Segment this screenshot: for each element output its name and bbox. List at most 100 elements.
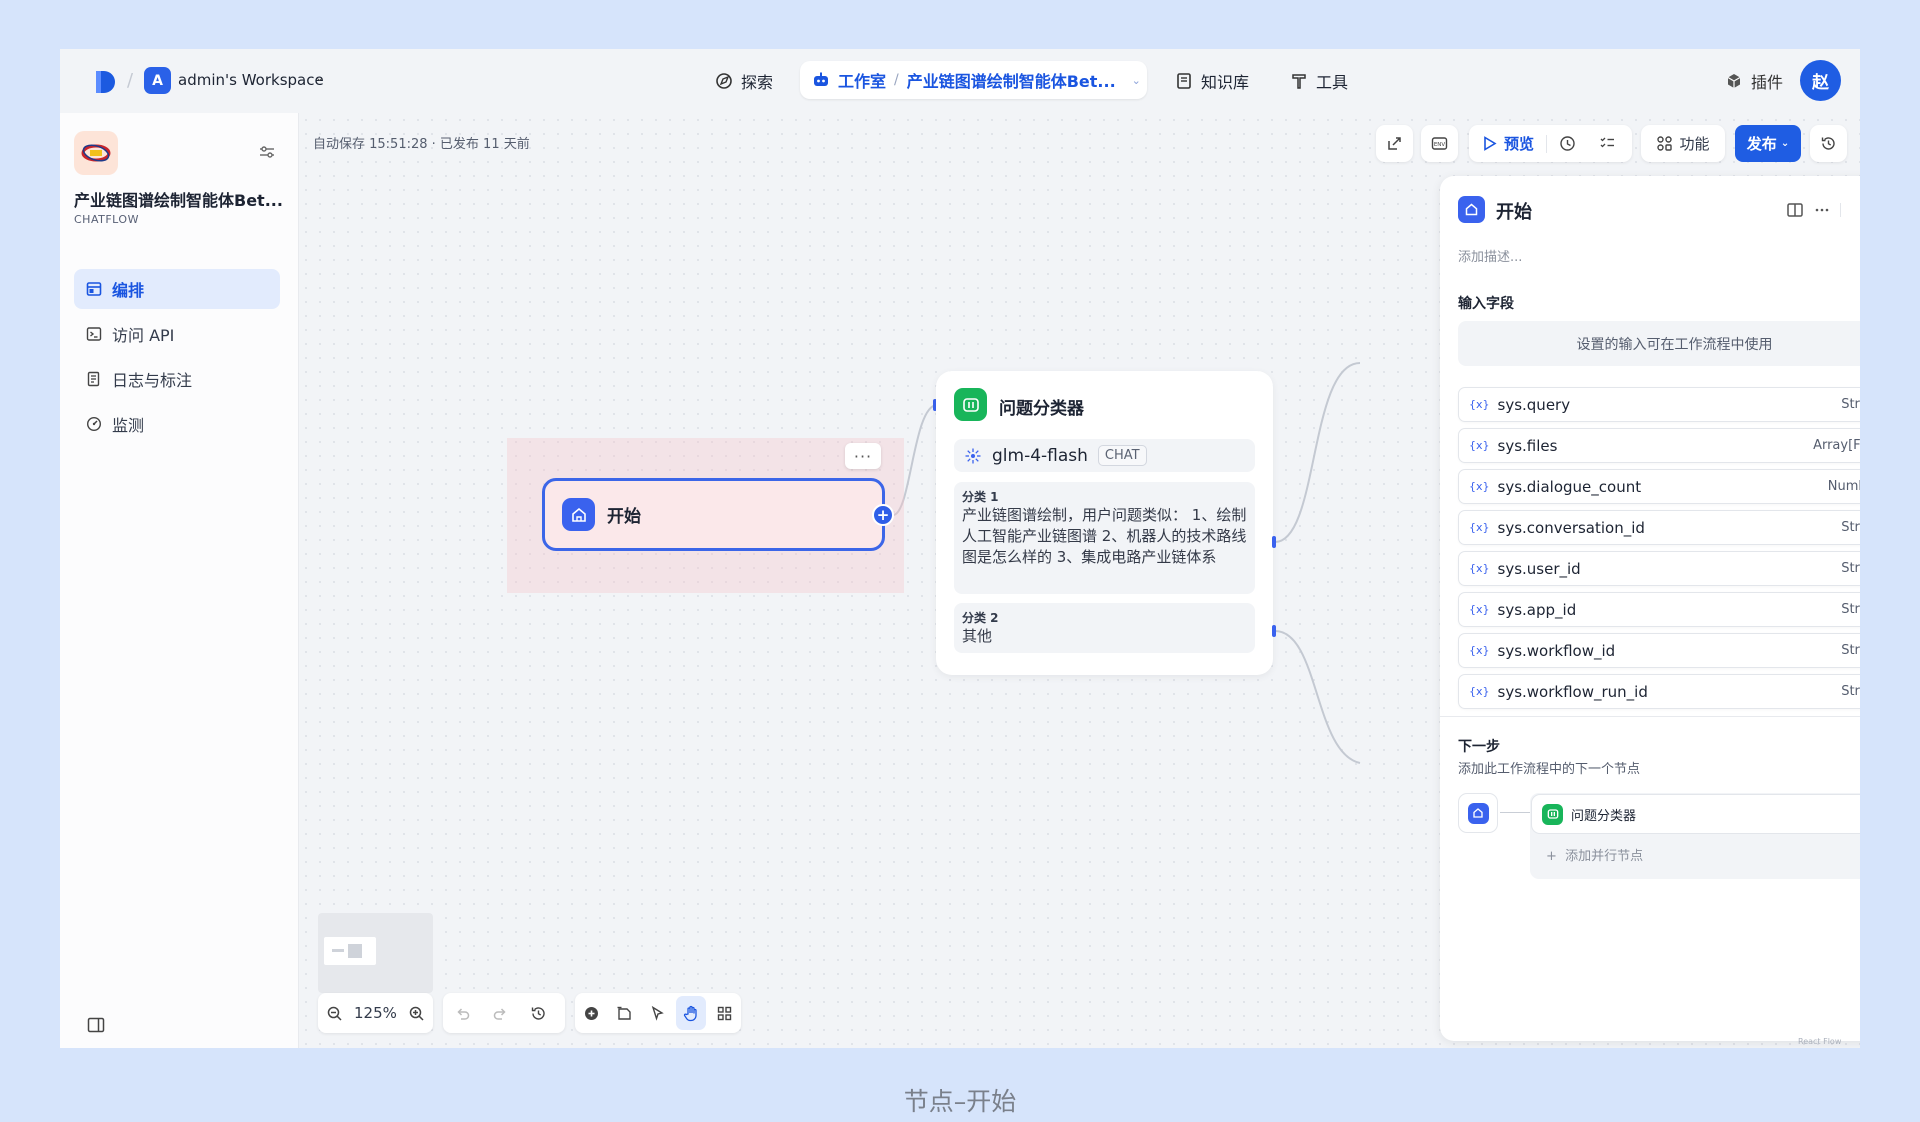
add-note-button[interactable] <box>608 993 641 1033</box>
field-row[interactable]: {x} sys.files Array[File] <box>1458 428 1860 463</box>
home-icon <box>562 498 595 531</box>
undo-button[interactable] <box>443 993 481 1033</box>
workspace-avatar[interactable]: A <box>144 67 171 94</box>
collapse-sidebar-icon[interactable] <box>87 1016 105 1034</box>
react-flow-attribution[interactable]: React Flow <box>1798 1037 1841 1046</box>
tb-icon-wrap: ENV <box>1421 125 1458 162</box>
field-name: sys.dialogue_count <box>1497 477 1642 496</box>
classifier-icon <box>1542 803 1563 825</box>
field-type: String <box>1841 684 1860 699</box>
current-app-name[interactable]: 产业链图谱绘制智能体Bet... <box>907 68 1116 92</box>
sidebar-item-logs[interactable]: 日志与标注 <box>74 359 280 399</box>
minimap[interactable] <box>318 913 433 993</box>
features-button[interactable]: 功能 <box>1641 125 1725 162</box>
field-name: sys.app_id <box>1497 600 1577 619</box>
next-node-item[interactable]: 问题分类器 <box>1531 794 1860 834</box>
features-icon <box>1657 136 1673 151</box>
env-button[interactable]: ENV <box>1421 125 1458 162</box>
field-type: String <box>1841 397 1860 412</box>
zoom-in-button[interactable] <box>401 993 433 1033</box>
question-classifier-node[interactable]: 问题分类器 glm-4-flash CHAT 分类 1 产业链图谱绘制，用户问题… <box>936 371 1273 675</box>
nav-explore[interactable]: 探索 <box>715 69 773 93</box>
dify-logo[interactable] <box>94 69 116 95</box>
user-avatar[interactable]: 赵 <box>1800 60 1841 101</box>
field-name: sys.user_id <box>1497 559 1581 578</box>
checklist-button[interactable] <box>1376 125 1413 162</box>
zoom-level[interactable]: 125% <box>350 1004 401 1022</box>
undo-icon <box>456 1007 469 1020</box>
history-icon <box>1821 137 1835 150</box>
classifier-title: 问题分类器 <box>999 399 1084 419</box>
app-window: / A admin's Workspace ⌄ 探索 工作室 / 产业链图谱绘制… <box>60 49 1860 1048</box>
cube-icon <box>1727 74 1741 88</box>
pointer-mode-button[interactable] <box>641 993 674 1033</box>
panel-title[interactable]: 开始 <box>1496 198 1532 224</box>
history-controls <box>443 993 565 1033</box>
preview-button[interactable]: 预览 <box>1469 125 1546 162</box>
node-more-button[interactable]: ··· <box>845 443 881 469</box>
model-provider-icon <box>965 448 981 463</box>
start-node[interactable]: 开始 <box>542 478 885 551</box>
class-1-output-handle[interactable] <box>1272 536 1276 548</box>
variable-icon: {x} <box>1469 480 1490 493</box>
field-row[interactable]: {x} sys.user_id String <box>1458 551 1860 586</box>
sidebar-item-monitor[interactable]: 监测 <box>74 404 280 444</box>
breadcrumb-separator: / <box>127 70 134 91</box>
nav-plugins[interactable]: 插件 <box>1725 69 1783 93</box>
history-run-icon <box>1559 136 1575 151</box>
add-parallel-label: 添加并行节点 <box>1565 849 1644 864</box>
field-row[interactable]: {x} sys.dialogue_count Number <box>1458 469 1860 504</box>
checklist-icon <box>1600 137 1614 148</box>
terminal-icon <box>86 327 102 341</box>
field-row[interactable]: {x} sys.workflow_id String <box>1458 633 1860 668</box>
model-selector[interactable]: glm-4-flash CHAT <box>954 439 1255 472</box>
section-divider <box>1440 716 1860 717</box>
nav-tools[interactable]: 工具 <box>1290 69 1348 93</box>
more-icon[interactable] <box>1813 201 1831 219</box>
autosave-status: 自动保存 15:51:28 · 已发布 11 天前 <box>313 137 530 152</box>
workspace-name[interactable]: admin's Workspace <box>178 71 324 89</box>
tb-icon-wrap <box>1810 125 1847 162</box>
zoom-out-button[interactable] <box>318 993 350 1033</box>
sidebar-item-label: 访问 API <box>112 326 175 345</box>
field-row[interactable]: {x} sys.app_id String <box>1458 592 1860 627</box>
chevron-down-icon[interactable]: ⌄ <box>315 71 324 84</box>
redo-button[interactable] <box>481 993 519 1033</box>
class-2-output-handle[interactable] <box>1272 625 1276 637</box>
current-node-badge <box>1458 793 1498 833</box>
change-history-button[interactable] <box>519 993 557 1033</box>
minimap-node <box>332 949 344 952</box>
class-title: 分类 2 <box>962 611 999 625</box>
chevron-down-icon[interactable]: ⌄ <box>1132 74 1141 87</box>
note-icon <box>617 1006 631 1020</box>
field-name: sys.workflow_run_id <box>1497 682 1648 701</box>
organize-blocks-button[interactable] <box>708 993 741 1033</box>
field-type: Array[File] <box>1813 438 1860 453</box>
field-row[interactable]: {x} sys.conversation_id String <box>1458 510 1860 545</box>
input-fields-title: 输入字段 <box>1458 296 1514 312</box>
add-node-button[interactable] <box>575 993 608 1033</box>
add-parallel-node-button[interactable]: + 添加并行节点 <box>1546 845 1643 864</box>
field-row[interactable]: {x} sys.workflow_run_id String <box>1458 674 1860 709</box>
hand-mode-button[interactable] <box>676 996 706 1030</box>
nav-tools-label: 工具 <box>1316 73 1349 92</box>
nav-plugins-label: 插件 <box>1751 73 1784 92</box>
settings-sliders-icon[interactable] <box>258 143 276 161</box>
nav-knowledge[interactable]: 知识库 <box>1175 69 1249 93</box>
field-type: String <box>1841 561 1860 576</box>
publish-button[interactable]: 发布 ⌄ <box>1735 125 1801 162</box>
add-next-node-handle[interactable]: + <box>872 504 894 526</box>
sidebar-item-orchestrate[interactable]: 编排 <box>74 269 280 309</box>
panel-layout-icon[interactable] <box>1786 201 1804 219</box>
version-history-button[interactable] <box>1810 125 1847 162</box>
description-input[interactable]: 添加描述... <box>1458 246 1522 265</box>
start-node-label: 开始 <box>607 507 641 527</box>
nav-studio[interactable]: 工作室 / 产业链图谱绘制智能体Bet... ⌄ <box>800 61 1147 99</box>
sidebar-item-api[interactable]: 访问 API <box>74 314 280 354</box>
breadcrumb-separator: / <box>894 72 899 88</box>
close-icon[interactable] <box>1857 201 1860 219</box>
field-row[interactable]: {x} sys.query String <box>1458 387 1860 422</box>
variable-icon: {x} <box>1469 562 1490 575</box>
checklist-icon-button[interactable] <box>1587 125 1627 162</box>
run-history-button[interactable] <box>1547 125 1587 162</box>
